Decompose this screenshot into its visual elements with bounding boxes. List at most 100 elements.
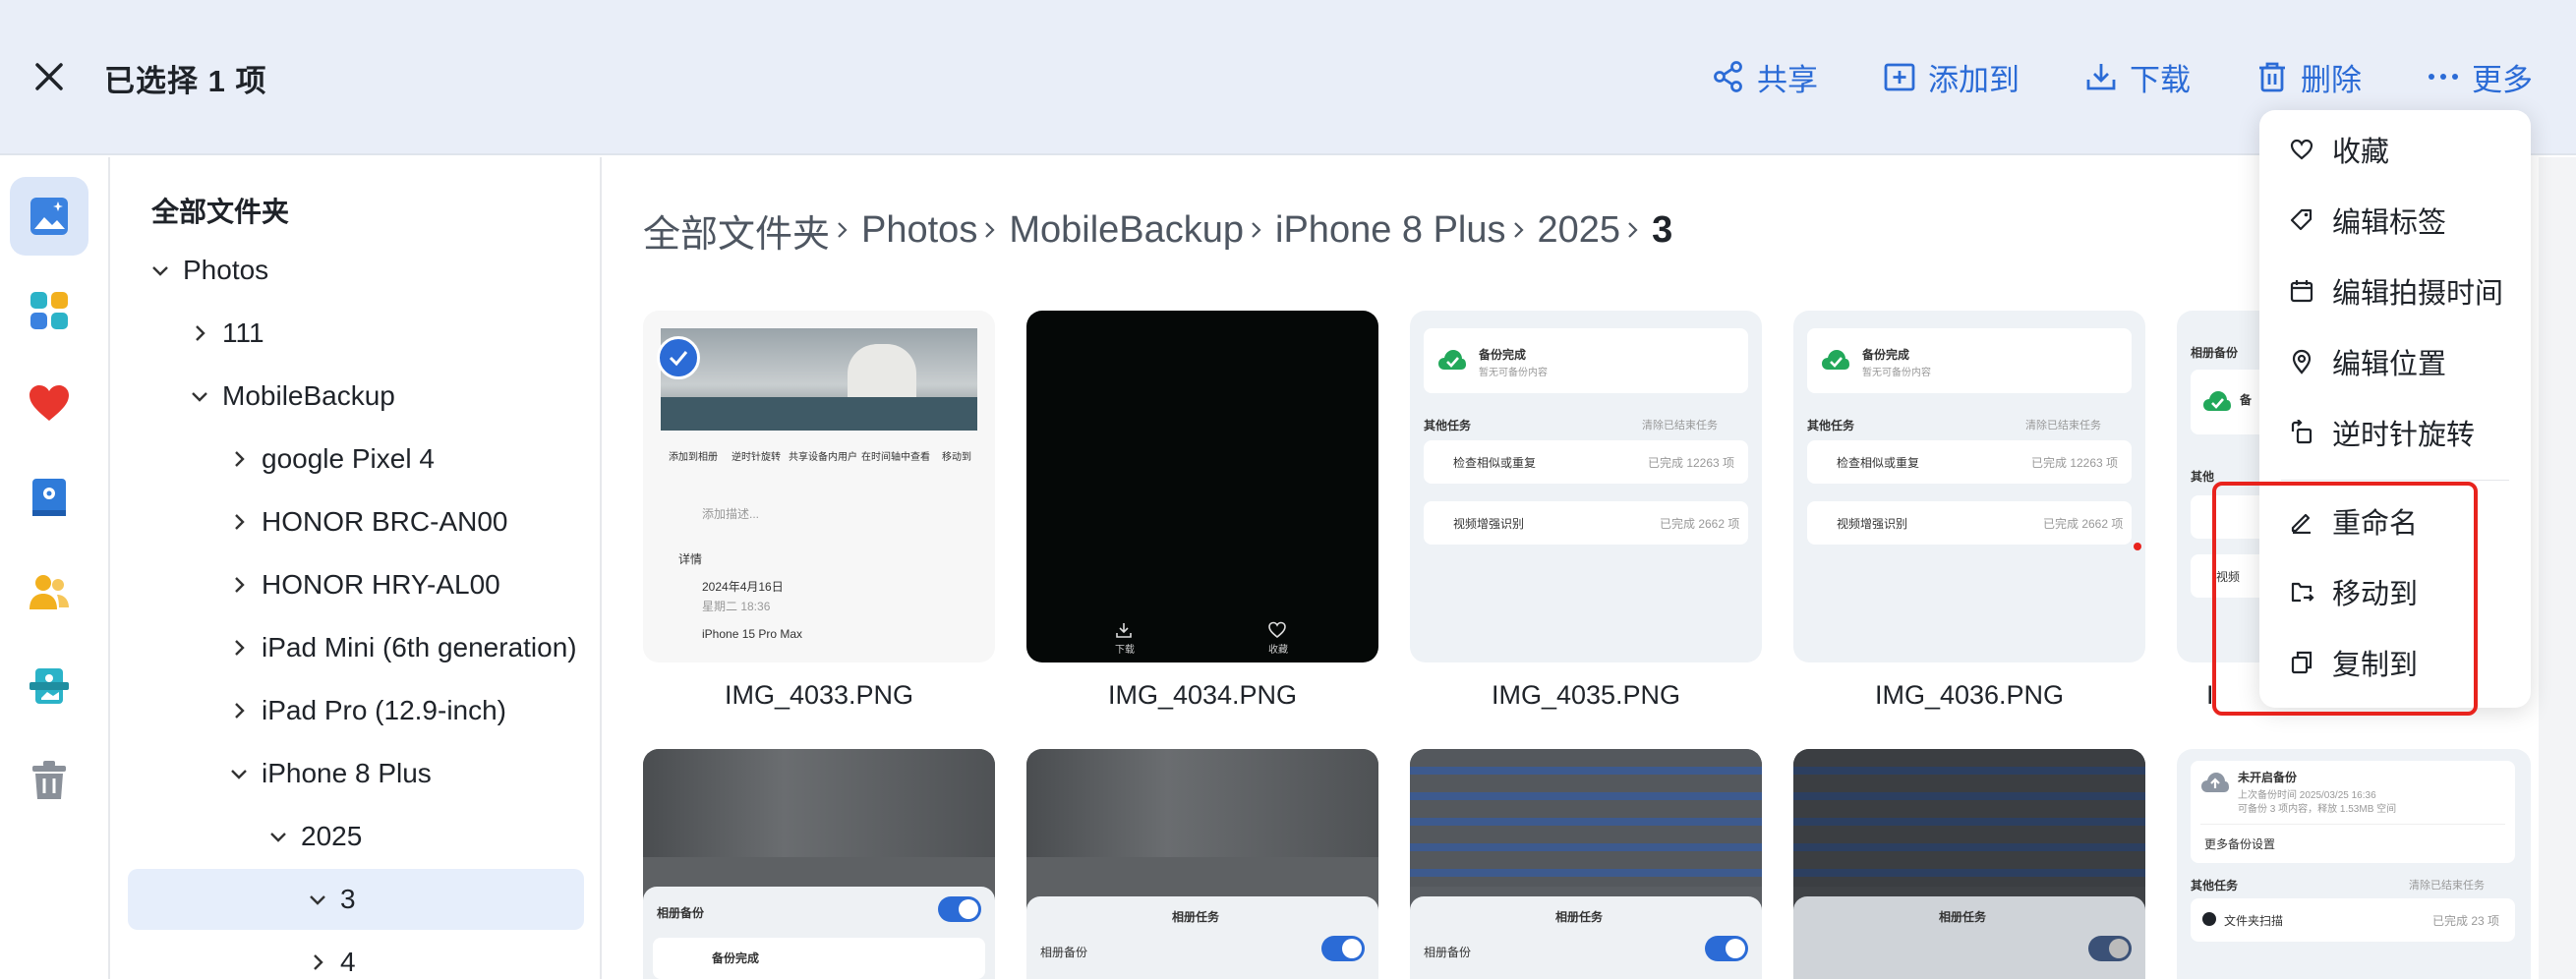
thumb-action-label: 在时间轴中查看 (861, 452, 930, 463)
menu-item-edit-shoot-time[interactable]: 编辑拍摄时间 (2259, 259, 2531, 323)
tree-item-google-pixel-4[interactable]: google Pixel 4 (222, 429, 435, 490)
rail-apps[interactable] (10, 271, 88, 350)
more-button[interactable]: 更多 (2427, 55, 2533, 99)
thumb-time: 星期二 18:36 (702, 600, 771, 613)
task-status: 已完成 2662 项 (2043, 517, 2124, 531)
file-name[interactable]: IMG_4033.PNG (643, 680, 995, 711)
file-name[interactable]: I (2177, 680, 2236, 711)
rail-people[interactable] (10, 552, 88, 631)
menu-item-rotate-ccw[interactable]: 逆时针旋转 (2259, 400, 2531, 465)
photo-thumbnail[interactable]: 相册任务 相册备份 (1026, 749, 1378, 979)
task-card: 检查相似或重复 已完成 12263 项 (1424, 440, 1748, 484)
task-name: 检查相似或重复 (1837, 456, 1920, 470)
can-backup: 可备份 3 项内容，释放 1.53MB 空间 (2238, 804, 2397, 815)
file-name[interactable]: IMG_4035.PNG (1410, 680, 1762, 711)
chevron-right-icon (235, 640, 245, 656)
thumb-action-label: 逆时针旋转 (732, 452, 781, 463)
tree-item-label: google Pixel 4 (262, 443, 435, 474)
menu-item-label: 编辑位置 (2332, 349, 2447, 380)
selection-count-label: 已选择 1 项 (104, 64, 267, 98)
thumb-details: 详情 (678, 552, 703, 566)
trash-icon (2259, 62, 2285, 92)
photo-preview-image (1026, 749, 1378, 857)
backup-card: 备份完成 (653, 938, 985, 979)
tree-item-mobilebackup[interactable]: MobileBackup (183, 366, 395, 427)
selected-check-badge[interactable] (657, 336, 700, 379)
tree-item-honor-hry[interactable]: HONOR HRY-AL00 (222, 554, 500, 615)
cloud-check-icon (1822, 350, 1849, 370)
menu-item-rename[interactable]: 重命名 (2259, 489, 2531, 553)
photo-preview-image (1793, 749, 2145, 887)
tree-item-label: 111 (222, 317, 264, 348)
tree-item-iphone-8-plus[interactable]: iPhone 8 Plus (222, 743, 432, 804)
photo-thumbnail[interactable]: 下载 收藏 (1026, 311, 1378, 662)
rail-photos[interactable] (10, 177, 88, 256)
photo-thumbnail[interactable]: 备份完成 暂无可备份内容 其他任务 清除已结束任务 检查相似或重复 已完成 12… (1793, 311, 2145, 662)
tree-root-label[interactable]: 全部文件夹 (151, 191, 289, 230)
add-to-button[interactable]: 添加到 (1883, 55, 2020, 99)
delete-button[interactable]: 删除 (2255, 55, 2362, 99)
photo-thumbnail[interactable]: 未开启备份 上次备份时间 2025/03/25 16:36 可备份 3 项内容，… (2177, 749, 2531, 979)
tree-item-photos[interactable]: Photos (144, 240, 268, 301)
toggle-switch (1705, 936, 1748, 961)
share-icon (1714, 61, 1742, 92)
crumb-all-folders[interactable]: 全部文件夹 (643, 203, 830, 258)
crumb-mobilebackup[interactable]: MobileBackup (1009, 209, 1244, 252)
file-name[interactable]: IMG_4034.PNG (1026, 680, 1378, 711)
tree-item-honor-brc[interactable]: HONOR BRC-AN00 (222, 491, 507, 552)
chevron-down-icon (152, 266, 168, 276)
crumb-iphone-8-plus[interactable]: iPhone 8 Plus (1275, 209, 1506, 252)
task-card: 视频增强识别 已完成 2662 项 (1424, 501, 1748, 545)
more-settings: 更多备份设置 (2204, 837, 2276, 851)
photo-thumbnail[interactable]: 相册任务 (1793, 749, 2145, 979)
tree-item-2025[interactable]: 2025 (262, 806, 362, 867)
heart-outline-icon (1268, 621, 1286, 639)
menu-item-copy-to[interactable]: 复制到 (2259, 630, 2531, 695)
crumb-photos[interactable]: Photos (861, 209, 977, 252)
toggle-switch (2088, 936, 2132, 961)
close-selection-button[interactable] (29, 57, 69, 96)
recycle-bin-icon (32, 761, 66, 799)
task-status: 已完成 23 项 (2432, 914, 2500, 928)
rail-album[interactable] (10, 458, 88, 537)
rail-favorites[interactable] (10, 364, 88, 442)
tree-item-4[interactable]: 4 (301, 932, 356, 979)
people-icon (29, 575, 69, 609)
red-dot (2134, 543, 2141, 550)
tree-item-111[interactable]: 111 (183, 303, 264, 364)
tree-item-ipad-pro[interactable]: iPad Pro (12.9-inch) (222, 680, 506, 741)
rail-memories[interactable] (10, 647, 88, 725)
scrollbar-track[interactable] (2539, 157, 2576, 979)
menu-item-label: 复制到 (2332, 650, 2419, 681)
photo-thumbnail[interactable]: 相册任务 相册备份 (1410, 749, 1762, 979)
close-icon (35, 63, 63, 90)
chevron-right-icon (235, 514, 245, 530)
menu-item-label: 编辑拍摄时间 (2332, 278, 2504, 310)
task-card: 文件夹扫描 已完成 23 项 (2191, 898, 2515, 942)
file-name[interactable]: IMG_4036.PNG (1793, 680, 2145, 711)
photo-preview-image (661, 328, 977, 431)
album-backup: 相册备份 (2191, 346, 2239, 360)
rail-recycle-bin[interactable] (10, 741, 88, 820)
other-tasks: 其他任务 (1424, 419, 1472, 432)
tree-item-ipad-mini[interactable]: iPad Mini (6th generation) (222, 617, 577, 678)
tree-item-label: 3 (340, 884, 356, 914)
calendar-icon (2290, 280, 2313, 303)
apps-icon (30, 292, 68, 329)
crumb-2025[interactable]: 2025 (1538, 209, 1621, 252)
photo-thumbnail[interactable]: 添加到相册 逆时针旋转 共享设备内用户 在时间轴中查看 移动到 添加描述... … (643, 311, 995, 662)
photo-thumbnail[interactable]: 相册备份 备份完成 (643, 749, 995, 979)
album-tasks: 相册任务 (1172, 910, 1220, 924)
chevron-right-icon (235, 703, 245, 719)
menu-item-edit-tags[interactable]: 编辑标签 (2259, 188, 2531, 253)
menu-item-move-to[interactable]: 移动到 (2259, 559, 2531, 624)
crumb-current: 3 (1652, 208, 1673, 251)
tree-item-3[interactable]: 3 (128, 869, 584, 930)
photo-thumbnail[interactable]: 备份完成 暂无可备份内容 其他任务 清除已结束任务 检查相似或重复 已完成 12… (1410, 311, 1762, 662)
download-button[interactable]: 下载 (2084, 55, 2191, 99)
share-button[interactable]: 共享 (1712, 55, 1818, 99)
menu-item-favorite[interactable]: 收藏 (2259, 117, 2531, 182)
tree-item-label: iPhone 8 Plus (262, 758, 432, 788)
menu-item-edit-location[interactable]: 编辑位置 (2259, 329, 2531, 394)
sheet-panel: 相册任务 (1793, 896, 2145, 979)
